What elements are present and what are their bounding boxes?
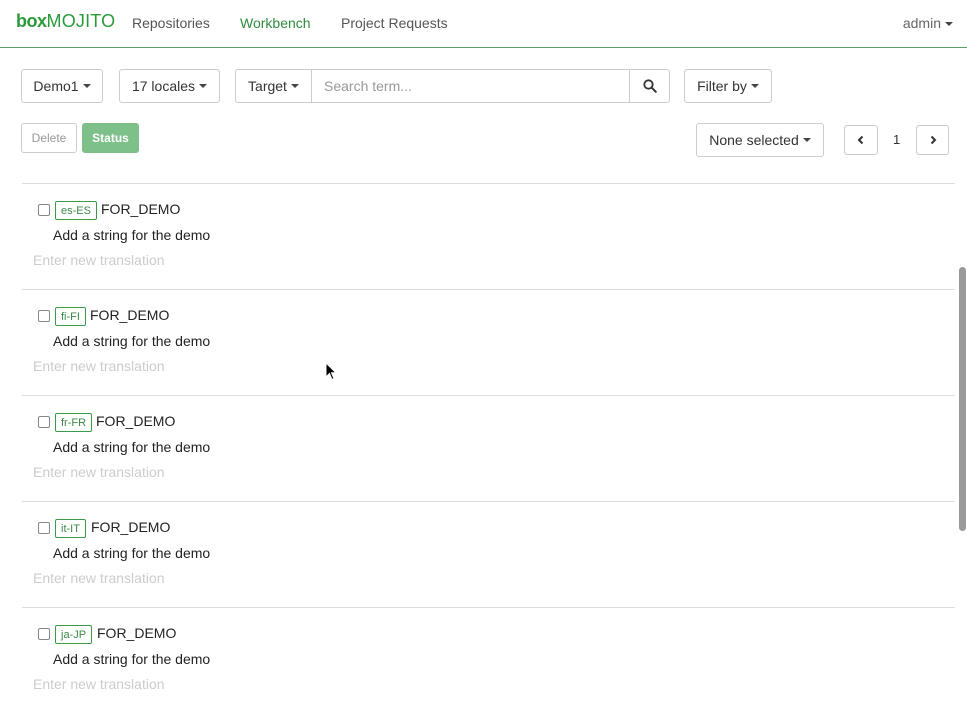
translation-input[interactable]: Enter new translation — [33, 252, 165, 268]
nav-repositories[interactable]: Repositories — [132, 15, 210, 31]
prev-page-button[interactable] — [844, 125, 878, 155]
locales-dropdown[interactable]: 17 locales — [119, 69, 220, 103]
search-group: Target — [235, 69, 670, 103]
repository-dropdown[interactable]: Demo1 — [21, 69, 103, 103]
filter-dropdown[interactable]: Filter by — [684, 69, 772, 103]
translation-input[interactable]: Enter new translation — [33, 464, 165, 480]
source-text: Add a string for the demo — [53, 227, 211, 243]
list-item[interactable]: ja-JP FOR_DEMO Add a string for the demo… — [22, 607, 955, 713]
locale-badge: it-IT — [55, 519, 86, 538]
nav-project-requests[interactable]: Project Requests — [341, 15, 448, 31]
chevron-down-icon — [750, 84, 759, 88]
locale-badge: fi-FI — [55, 307, 86, 326]
mouse-cursor-icon — [325, 362, 337, 381]
source-text: Add a string for the demo — [53, 545, 211, 561]
search-input[interactable] — [311, 69, 630, 103]
user-name: admin — [902, 15, 941, 31]
list-item[interactable]: es-ES FOR_DEMO Add a string for the demo… — [22, 183, 955, 289]
translation-input[interactable]: Enter new translation — [33, 676, 165, 692]
chevron-down-icon — [945, 22, 953, 27]
delete-button[interactable]: Delete — [21, 123, 77, 153]
selection-dropdown[interactable]: None selected — [696, 123, 824, 157]
source-text: Add a string for the demo — [53, 333, 211, 349]
page-number: 1 — [893, 132, 901, 147]
search-button[interactable] — [629, 69, 670, 103]
delete-label: Delete — [31, 131, 67, 145]
row-checkbox[interactable] — [38, 628, 50, 640]
repository-label: Demo1 — [33, 78, 79, 94]
search-scope-label: Target — [248, 78, 287, 94]
string-key: FOR_DEMO — [97, 625, 177, 641]
string-key: FOR_DEMO — [91, 519, 171, 535]
top-navbar: boxMOJITO Repositories Workbench Project… — [0, 0, 967, 48]
filter-label: Filter by — [697, 78, 747, 94]
next-page-button[interactable] — [916, 125, 949, 155]
string-key: FOR_DEMO — [96, 413, 176, 429]
nav-workbench[interactable]: Workbench — [240, 15, 311, 31]
locale-badge: es-ES — [55, 201, 97, 220]
source-text: Add a string for the demo — [53, 439, 211, 455]
list-item[interactable]: fi-FI FOR_DEMO Add a string for the demo… — [22, 289, 955, 395]
status-button[interactable]: Status — [82, 123, 139, 153]
logo-box-text: box — [16, 11, 47, 31]
translation-input[interactable]: Enter new translation — [33, 358, 165, 374]
chevron-down-icon — [199, 84, 208, 88]
chevron-down-icon — [802, 138, 811, 142]
translation-input[interactable]: Enter new translation — [33, 570, 165, 586]
chevron-right-icon — [930, 135, 936, 145]
user-menu[interactable]: admin — [903, 15, 953, 31]
row-checkbox[interactable] — [38, 416, 50, 428]
search-scope-dropdown[interactable]: Target — [235, 69, 312, 103]
logo-mojito-text: MOJITO — [46, 11, 116, 31]
search-icon — [642, 79, 657, 93]
string-key: FOR_DEMO — [90, 307, 170, 323]
chevron-left-icon — [857, 135, 864, 145]
string-key: FOR_DEMO — [101, 201, 181, 217]
locales-label: 17 locales — [131, 78, 196, 94]
status-label: Status — [92, 131, 129, 145]
list-item[interactable]: it-IT FOR_DEMO Add a string for the demo… — [22, 501, 955, 607]
selection-label: None selected — [709, 132, 799, 148]
logo[interactable]: boxMOJITO — [16, 11, 115, 32]
chevron-down-icon — [82, 84, 91, 88]
row-checkbox[interactable] — [38, 204, 50, 216]
row-checkbox[interactable] — [38, 310, 50, 322]
scrollbar[interactable] — [959, 267, 966, 531]
text-unit-list: es-ES FOR_DEMO Add a string for the demo… — [22, 183, 955, 713]
locale-badge: fr-FR — [55, 413, 93, 432]
source-text: Add a string for the demo — [53, 651, 211, 667]
locale-badge: ja-JP — [55, 625, 93, 644]
row-checkbox[interactable] — [38, 522, 50, 534]
chevron-down-icon — [290, 84, 299, 88]
list-item[interactable]: fr-FR FOR_DEMO Add a string for the demo… — [22, 395, 955, 501]
